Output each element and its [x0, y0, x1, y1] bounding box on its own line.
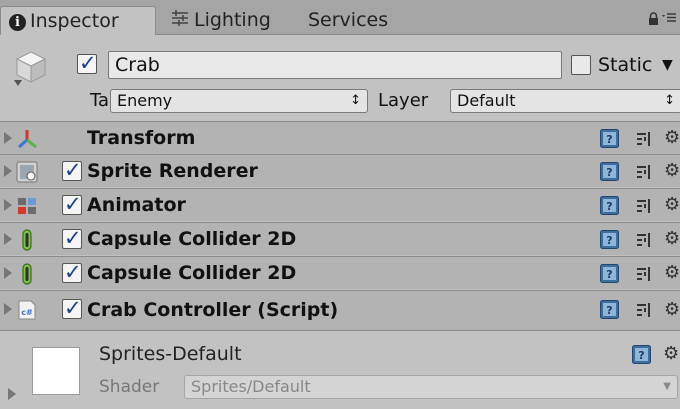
component-enabled-checkbox[interactable]: [62, 158, 82, 182]
svg-text:?: ?: [606, 268, 612, 281]
foldout-arrow-icon[interactable]: [4, 165, 12, 177]
tab-services-label: Services: [308, 9, 389, 31]
tab-lighting-label: Lighting: [194, 9, 271, 31]
component-row-capsule-collider-2d[interactable]: Capsule Collider 2D ? ⚙: [0, 256, 680, 289]
component-enabled-checkbox[interactable]: [62, 226, 82, 250]
gear-icon[interactable]: ⚙: [664, 160, 680, 182]
material-preview[interactable]: [32, 347, 80, 395]
gear-icon[interactable]: ⚙: [664, 228, 680, 250]
svg-text:?: ?: [606, 200, 612, 213]
help-icon[interactable]: ?: [600, 129, 619, 148]
static-checkbox[interactable]: [571, 55, 591, 75]
lock-icon[interactable]: [648, 12, 659, 29]
gear-icon[interactable]: ⚙: [664, 194, 680, 216]
help-icon[interactable]: ?: [632, 345, 651, 364]
preset-icon[interactable]: [636, 197, 654, 215]
svg-text:?: ?: [606, 133, 612, 146]
gameobject-name-input[interactable]: Crab: [108, 51, 562, 79]
capsule-collider-icon: [16, 229, 38, 251]
help-icon[interactable]: ?: [600, 300, 619, 319]
material-name: Sprites-Default: [99, 343, 242, 365]
layer-dropdown[interactable]: Default ↕: [450, 89, 680, 113]
tab-inspector[interactable]: i Inspector: [0, 6, 156, 35]
capsule-collider-icon: [16, 263, 38, 285]
help-icon[interactable]: ?: [600, 196, 619, 215]
component-title: Sprite Renderer: [87, 160, 258, 182]
foldout-arrow-icon[interactable]: [8, 388, 16, 400]
tab-lighting[interactable]: Lighting: [162, 6, 271, 35]
help-icon[interactable]: ?: [600, 264, 619, 283]
shader-value: Sprites/Default: [191, 377, 311, 396]
panel-menu-icon[interactable]: [662, 11, 676, 27]
layer-label: Layer: [378, 90, 429, 111]
gameobject-cube-icon[interactable]: [14, 50, 48, 88]
material-section: Sprites-Default Shader Sprites/Default ▼…: [0, 330, 680, 409]
gear-icon[interactable]: ⚙: [664, 299, 680, 321]
foldout-arrow-icon[interactable]: [4, 233, 12, 245]
component-row-animator[interactable]: Animator ? ⚙: [0, 188, 680, 221]
component-row-crab-controller[interactable]: c# Crab Controller (Script) ? ⚙: [0, 290, 680, 330]
component-row-transform[interactable]: Transform ? ⚙: [0, 121, 680, 154]
component-title: Capsule Collider 2D: [87, 228, 297, 250]
component-enabled-checkbox[interactable]: [62, 192, 82, 216]
gear-icon[interactable]: ⚙: [664, 262, 680, 284]
component-title: Crab Controller (Script): [87, 299, 339, 321]
info-icon: i: [9, 14, 26, 31]
foldout-arrow-icon[interactable]: [4, 267, 12, 279]
component-enabled-checkbox[interactable]: [62, 260, 82, 284]
component-enabled-checkbox[interactable]: [62, 296, 82, 320]
static-dropdown-icon[interactable]: ▼: [662, 57, 673, 73]
static-label: Static: [598, 54, 653, 76]
layer-dropdown-arrow-icon: ↕: [664, 93, 675, 108]
tag-value: Enemy: [117, 91, 173, 110]
foldout-arrow-icon[interactable]: [4, 132, 12, 144]
svg-text:?: ?: [606, 304, 612, 317]
tab-inspector-label: Inspector: [30, 10, 119, 32]
help-icon[interactable]: ?: [600, 230, 619, 249]
preset-icon[interactable]: [636, 265, 654, 283]
preset-icon[interactable]: [636, 163, 654, 181]
help-icon[interactable]: ?: [600, 162, 619, 181]
tab-services[interactable]: Services: [300, 6, 388, 35]
tag-dropdown-arrow-icon: ↕: [350, 93, 361, 108]
component-title: Capsule Collider 2D: [87, 262, 297, 284]
preset-icon[interactable]: [636, 130, 654, 148]
svg-text:?: ?: [638, 349, 644, 362]
gameobject-active-checkbox[interactable]: [77, 51, 97, 75]
lighting-icon: [170, 6, 190, 35]
tab-bar: i Inspector Lighting Services: [0, 0, 680, 35]
component-title: Transform: [87, 127, 196, 149]
foldout-arrow-icon[interactable]: [4, 199, 12, 211]
shader-dropdown[interactable]: Sprites/Default ▼: [184, 375, 678, 399]
transform-icon: [16, 128, 38, 150]
component-row-capsule-collider-2d[interactable]: Capsule Collider 2D ? ⚙: [0, 222, 680, 255]
foldout-arrow-icon[interactable]: [4, 303, 12, 315]
gear-icon[interactable]: ⚙: [663, 343, 679, 364]
svg-text:c#: c#: [21, 308, 33, 317]
sprite-renderer-icon: [16, 161, 38, 183]
shader-dropdown-arrow-icon: ▼: [663, 381, 671, 392]
svg-text:?: ?: [606, 234, 612, 247]
gear-icon[interactable]: ⚙: [664, 127, 680, 149]
component-title: Animator: [87, 194, 186, 216]
layer-value: Default: [457, 91, 516, 110]
csharp-script-icon: c#: [16, 299, 38, 321]
preset-icon[interactable]: [636, 301, 654, 319]
preset-icon[interactable]: [636, 231, 654, 249]
svg-text:?: ?: [606, 166, 612, 179]
tag-dropdown[interactable]: Enemy ↕: [110, 89, 368, 113]
component-row-sprite-renderer[interactable]: Sprite Renderer ? ⚙: [0, 154, 680, 187]
animator-icon: [16, 195, 38, 217]
shader-label: Shader: [99, 377, 160, 397]
